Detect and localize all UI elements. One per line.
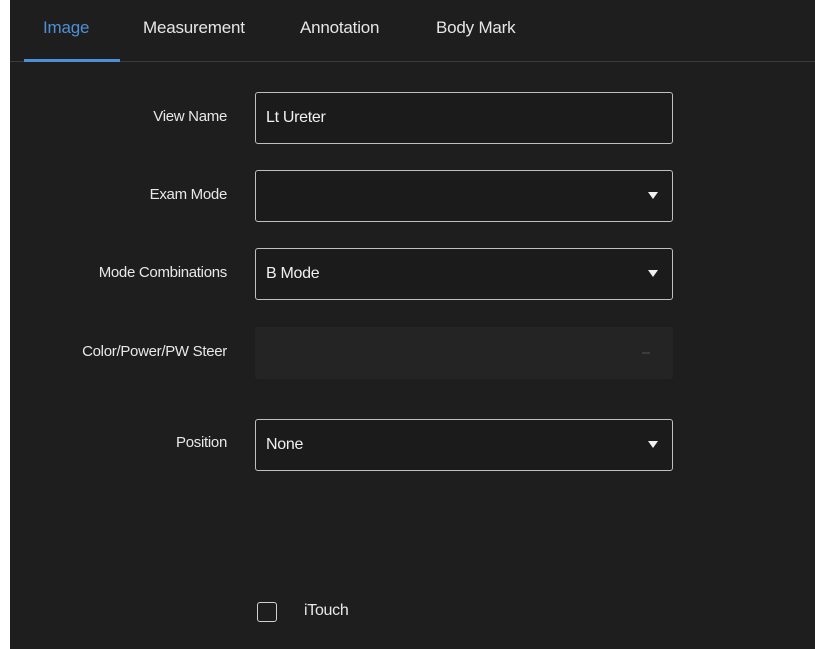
tab-body-mark[interactable]: Body Mark [436, 18, 516, 48]
position-select[interactable]: None [255, 419, 673, 471]
view-name-value: Lt Ureter [266, 109, 326, 126]
exam-mode-label: Exam Mode [149, 186, 228, 203]
chevron-down-icon [648, 270, 658, 277]
itouch-checkbox[interactable] [257, 602, 277, 622]
mode-combinations-value: B Mode [266, 265, 320, 282]
steer-select [255, 327, 673, 379]
itouch-label: iTouch [304, 602, 349, 619]
chevron-down-icon [648, 192, 658, 199]
position-label: Position [176, 434, 227, 451]
tab-bar: Image Measurement Annotation Body Mark [10, 0, 815, 62]
chevron-down-icon [648, 441, 658, 448]
mode-combinations-select[interactable]: B Mode [255, 248, 673, 300]
position-value: None [266, 436, 304, 453]
tab-measurement[interactable]: Measurement [143, 18, 245, 48]
image-settings-panel: Image Measurement Annotation Body Mark V… [10, 0, 815, 649]
exam-mode-select[interactable] [255, 170, 673, 222]
active-tab-indicator [24, 59, 120, 62]
tab-image[interactable]: Image [43, 18, 89, 48]
mode-combinations-label: Mode Combinations [98, 264, 228, 281]
view-name-field[interactable]: Lt Ureter [255, 92, 673, 144]
tab-annotation[interactable]: Annotation [300, 18, 379, 48]
minus-icon [642, 352, 650, 354]
tab-bar-divider [10, 61, 815, 62]
view-name-label: View Name [153, 108, 227, 125]
steer-label: Color/Power/PW Steer [82, 343, 227, 360]
